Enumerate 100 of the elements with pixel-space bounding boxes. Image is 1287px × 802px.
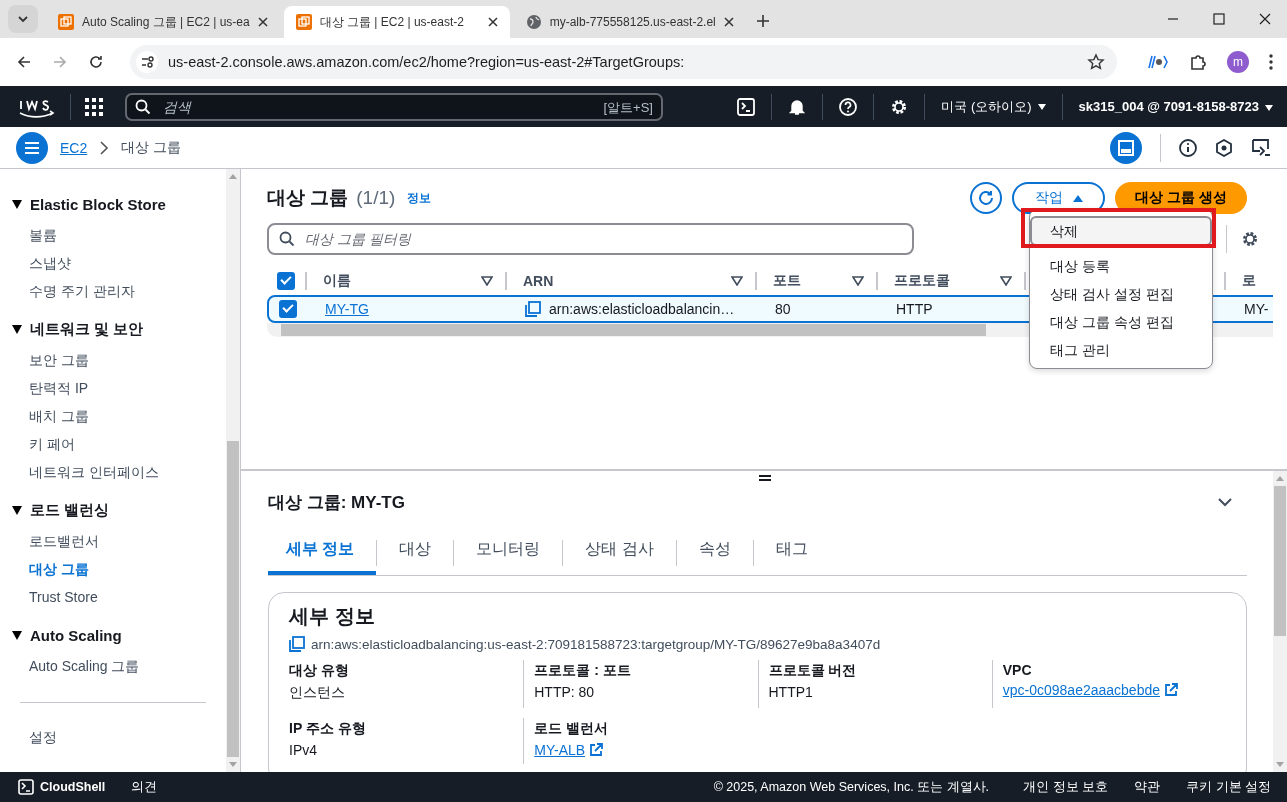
- reload-icon[interactable]: [88, 54, 104, 70]
- sort-icon[interactable]: [481, 276, 493, 286]
- menu-item[interactable]: 대상 등록: [1030, 252, 1212, 280]
- column-header[interactable]: 이름: [323, 272, 351, 290]
- settings-icon[interactable]: [890, 97, 909, 116]
- external-link-icon[interactable]: [1164, 683, 1178, 697]
- nav-link[interactable]: 네트워크 인터페이스: [12, 458, 226, 486]
- scrollbar[interactable]: [1273, 471, 1287, 772]
- external-link-icon[interactable]: [589, 743, 604, 757]
- settings-icon[interactable]: [1241, 230, 1259, 248]
- close-icon[interactable]: [723, 17, 734, 27]
- cloudshell-button[interactable]: CloudShell: [18, 779, 106, 795]
- address-bar[interactable]: us-east-2.console.aws.amazon.com/ec2/home?region=us-east-2#TargetGroups:: [130, 45, 1117, 79]
- sort-icon[interactable]: [731, 276, 743, 286]
- field-link[interactable]: MY-ALB: [534, 742, 586, 758]
- close-icon[interactable]: [487, 17, 498, 27]
- footer-link[interactable]: 개인 정보 보호: [1023, 778, 1109, 796]
- field-label: IP 주소 유형: [289, 720, 367, 738]
- field-label: VPC: [1002, 662, 1033, 678]
- terminal-icon[interactable]: [737, 97, 756, 116]
- puzzle-icon[interactable]: [1189, 53, 1207, 71]
- info-icon[interactable]: [1179, 138, 1197, 157]
- bell-icon[interactable]: [788, 97, 807, 116]
- terminal-icon: [18, 779, 34, 795]
- screen-share-icon[interactable]: [1251, 138, 1271, 157]
- tab-list-button[interactable]: [8, 5, 38, 33]
- checkbox[interactable]: [277, 272, 295, 290]
- panel-toggle-icon[interactable]: [1110, 131, 1142, 164]
- field-link[interactable]: vpc-0c098ae2aaacbebde: [1002, 682, 1160, 698]
- info-link[interactable]: 정보: [407, 189, 432, 207]
- apps-grid-icon[interactable]: [85, 97, 103, 116]
- close-window-icon[interactable]: [1259, 13, 1271, 25]
- extension-icon[interactable]: [1147, 54, 1169, 70]
- nav-link[interactable]: 볼륨: [12, 221, 226, 249]
- resize-handle[interactable]: [759, 475, 771, 481]
- column-header[interactable]: 로: [1242, 272, 1256, 290]
- scrollbar[interactable]: [226, 169, 240, 772]
- more-menu-icon[interactable]: [1269, 54, 1273, 70]
- nav-link[interactable]: 키 페어: [12, 430, 226, 458]
- back-icon[interactable]: [16, 54, 32, 70]
- copy-icon[interactable]: [525, 301, 541, 317]
- help-icon[interactable]: [839, 97, 858, 116]
- browser-tab[interactable]: my-alb-775558125.us-east-2.el: [513, 6, 746, 38]
- collapse-icon[interactable]: [1217, 497, 1233, 507]
- maximize-icon[interactable]: [1213, 13, 1225, 25]
- caret-icon: [12, 324, 22, 334]
- field-value: 인스턴스: [289, 684, 346, 702]
- breadcrumb-current: 대상 그룹: [121, 138, 182, 157]
- sort-icon[interactable]: [852, 276, 864, 286]
- region-selector[interactable]: 미국 (오하이오): [941, 97, 1046, 116]
- footer-link[interactable]: 약관: [1134, 778, 1161, 796]
- close-icon[interactable]: [257, 17, 268, 27]
- account-menu[interactable]: sk315_004 @ 7091-8158-8723: [1078, 99, 1273, 114]
- table-link[interactable]: MY-TG: [325, 301, 369, 317]
- nav-link[interactable]: Auto Scaling 그룹: [12, 652, 226, 680]
- column-header[interactable]: ARN: [523, 273, 554, 289]
- nav-link[interactable]: 보안 그룹: [12, 346, 226, 374]
- field-value: IPv4: [289, 742, 318, 758]
- tab[interactable]: 속성: [676, 531, 753, 575]
- filter-field[interactable]: 대상 그룹 필터링: [267, 223, 914, 255]
- nav-link[interactable]: 대상 그룹: [12, 555, 226, 583]
- browser-tab[interactable]: Auto Scaling 그룹 | EC2 | us-ea: [46, 6, 280, 38]
- tab[interactable]: 상태 검사: [563, 531, 676, 575]
- nav-link[interactable]: Trust Store: [12, 583, 226, 611]
- nav-link[interactable]: 탄력적 IP: [12, 374, 226, 402]
- column-header[interactable]: 프로토콜: [894, 272, 950, 290]
- hexagon-icon[interactable]: [1215, 138, 1233, 157]
- bookmark-star-icon[interactable]: [1087, 53, 1105, 71]
- checkbox[interactable]: [279, 300, 297, 318]
- sort-icon[interactable]: [1000, 276, 1012, 286]
- menu-icon[interactable]: [16, 131, 48, 164]
- breadcrumb-link[interactable]: EC2: [60, 139, 88, 156]
- nav-link[interactable]: 스냅샷: [12, 249, 226, 277]
- new-tab-icon[interactable]: [755, 14, 770, 28]
- nav-section-toggle[interactable]: 로드 밸런싱: [12, 499, 226, 521]
- footer-link[interactable]: 쿠키 기본 설정: [1186, 778, 1271, 796]
- aws-service-icon: [58, 14, 74, 30]
- tab[interactable]: 모니터링: [454, 531, 563, 575]
- refresh-button[interactable]: [970, 182, 1003, 214]
- site-settings-icon[interactable]: [136, 51, 158, 73]
- nav-section-toggle[interactable]: Elastic Block Store: [12, 193, 226, 215]
- tab[interactable]: 세부 정보: [268, 531, 377, 575]
- copy-icon[interactable]: [289, 636, 305, 652]
- browser-tab[interactable]: 대상 그룹 | EC2 | us-east-2: [283, 6, 510, 38]
- profile-avatar[interactable]: m: [1227, 51, 1249, 73]
- tab[interactable]: 태그: [753, 531, 830, 575]
- nav-link[interactable]: 로드밸런서: [12, 527, 226, 555]
- nav-link[interactable]: 설정: [12, 723, 226, 751]
- column-header[interactable]: 포트: [773, 272, 801, 290]
- feedback-link[interactable]: 의견: [131, 778, 158, 796]
- tab[interactable]: 대상: [377, 531, 454, 575]
- menu-item[interactable]: 삭제: [1030, 216, 1212, 246]
- table-cell: MY-: [1244, 301, 1269, 317]
- nav-link[interactable]: 수명 주기 관리자: [12, 277, 226, 305]
- item-count: (1/1): [356, 187, 396, 209]
- nav-section-toggle[interactable]: 네트워크 및 보안: [12, 318, 226, 340]
- menu-item[interactable]: 태그 관리: [1030, 336, 1212, 364]
- nav-section-toggle[interactable]: Auto Scaling: [12, 624, 226, 646]
- nav-link[interactable]: 배치 그룹: [12, 402, 226, 430]
- refresh-icon: [977, 189, 996, 207]
